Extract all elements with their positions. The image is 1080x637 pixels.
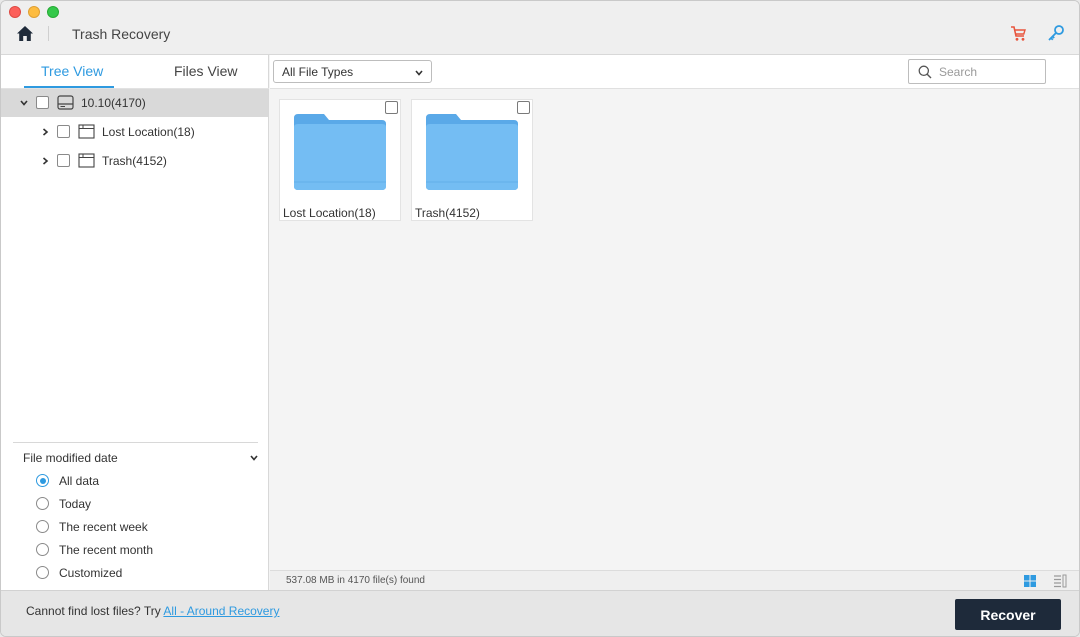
file-type-select[interactable]: All File Types — [273, 60, 432, 83]
tab-tree-view[interactable]: Tree View — [41, 63, 103, 79]
tree-item-label: Trash(4152) — [102, 154, 167, 168]
folder-card-lost-location[interactable]: Lost Location(18) — [279, 99, 401, 221]
tab-files-view[interactable]: Files View — [174, 63, 238, 79]
chevron-down-icon — [415, 70, 423, 76]
folder-label: Lost Location(18) — [283, 206, 376, 220]
main-toolbar: All File Types — [270, 55, 1079, 89]
search-box[interactable] — [908, 59, 1046, 84]
radio-label: Customized — [59, 566, 123, 580]
recovery-hint: Cannot find lost files? Try All - Around… — [26, 604, 279, 618]
radio-button[interactable] — [36, 543, 49, 556]
folder-outline-icon — [78, 124, 95, 139]
window-maximize-button[interactable] — [47, 6, 59, 18]
folder-card-trash[interactable]: Trash(4152) — [411, 99, 533, 221]
file-grid: Lost Location(18) Trash(4152) — [270, 89, 1079, 570]
view-tabs: Tree View Files View — [1, 55, 269, 89]
title-bar: Trash Recovery — [1, 1, 1079, 55]
recover-button[interactable]: Recover — [955, 599, 1061, 630]
app-window: Trash Recovery Tree View Files View 10.1… — [0, 0, 1080, 637]
tree-item-label: 10.10(4170) — [81, 96, 146, 110]
home-icon[interactable] — [16, 25, 34, 42]
title-separator — [48, 26, 49, 41]
list-view-icon[interactable] — [1053, 574, 1067, 588]
radio-button[interactable] — [36, 497, 49, 510]
radio-button[interactable] — [36, 520, 49, 533]
folder-outline-icon — [78, 153, 95, 168]
radio-button[interactable] — [36, 566, 49, 579]
status-bar: 537.08 MB in 4170 file(s) found — [270, 570, 1079, 590]
sidebar: Tree View Files View 10.10(4170) Lost Lo… — [1, 55, 269, 590]
folder-icon — [294, 114, 386, 190]
radio-label: All data — [59, 474, 100, 488]
tree-checkbox[interactable] — [36, 96, 49, 109]
recovery-hint-text: Cannot find lost files? Try — [26, 604, 164, 618]
app-title: Trash Recovery — [72, 26, 171, 42]
chevron-down-icon[interactable] — [249, 453, 259, 463]
folder-icon — [426, 114, 518, 190]
tree-checkbox[interactable] — [57, 125, 70, 138]
tree-checkbox[interactable] — [57, 154, 70, 167]
radio-label: The recent month — [59, 543, 154, 557]
tree-item-trash[interactable]: Trash(4152) — [1, 147, 268, 175]
window-minimize-button[interactable] — [28, 6, 40, 18]
tree-item-drive[interactable]: 10.10(4170) — [1, 89, 268, 117]
tree-item-label: Lost Location(18) — [102, 125, 195, 139]
radio-label: Today — [59, 497, 92, 511]
tree-item-lost-location[interactable]: Lost Location(18) — [1, 118, 268, 146]
chevron-right-icon[interactable] — [40, 156, 50, 166]
chevron-right-icon[interactable] — [40, 127, 50, 137]
cart-icon[interactable] — [1010, 25, 1028, 42]
all-around-recovery-link[interactable]: All - Around Recovery — [163, 604, 279, 618]
chevron-down-icon[interactable] — [19, 98, 29, 108]
folder-label: Trash(4152) — [415, 206, 480, 220]
radio-label: The recent week — [59, 520, 148, 534]
status-text: 537.08 MB in 4170 file(s) found — [286, 575, 425, 586]
bottom-bar: Cannot find lost files? Try All - Around… — [1, 590, 1079, 636]
drive-icon — [57, 95, 74, 110]
active-tab-indicator — [24, 86, 114, 88]
radio-button[interactable] — [36, 474, 49, 487]
filter-divider — [13, 442, 258, 443]
grid-view-icon[interactable] — [1023, 574, 1037, 588]
search-icon — [918, 65, 932, 79]
filter-title: File modified date — [23, 451, 118, 465]
search-input[interactable] — [939, 63, 1039, 80]
key-icon[interactable] — [1047, 24, 1065, 42]
window-close-button[interactable] — [9, 6, 21, 18]
file-type-select-value: All File Types — [282, 65, 354, 79]
